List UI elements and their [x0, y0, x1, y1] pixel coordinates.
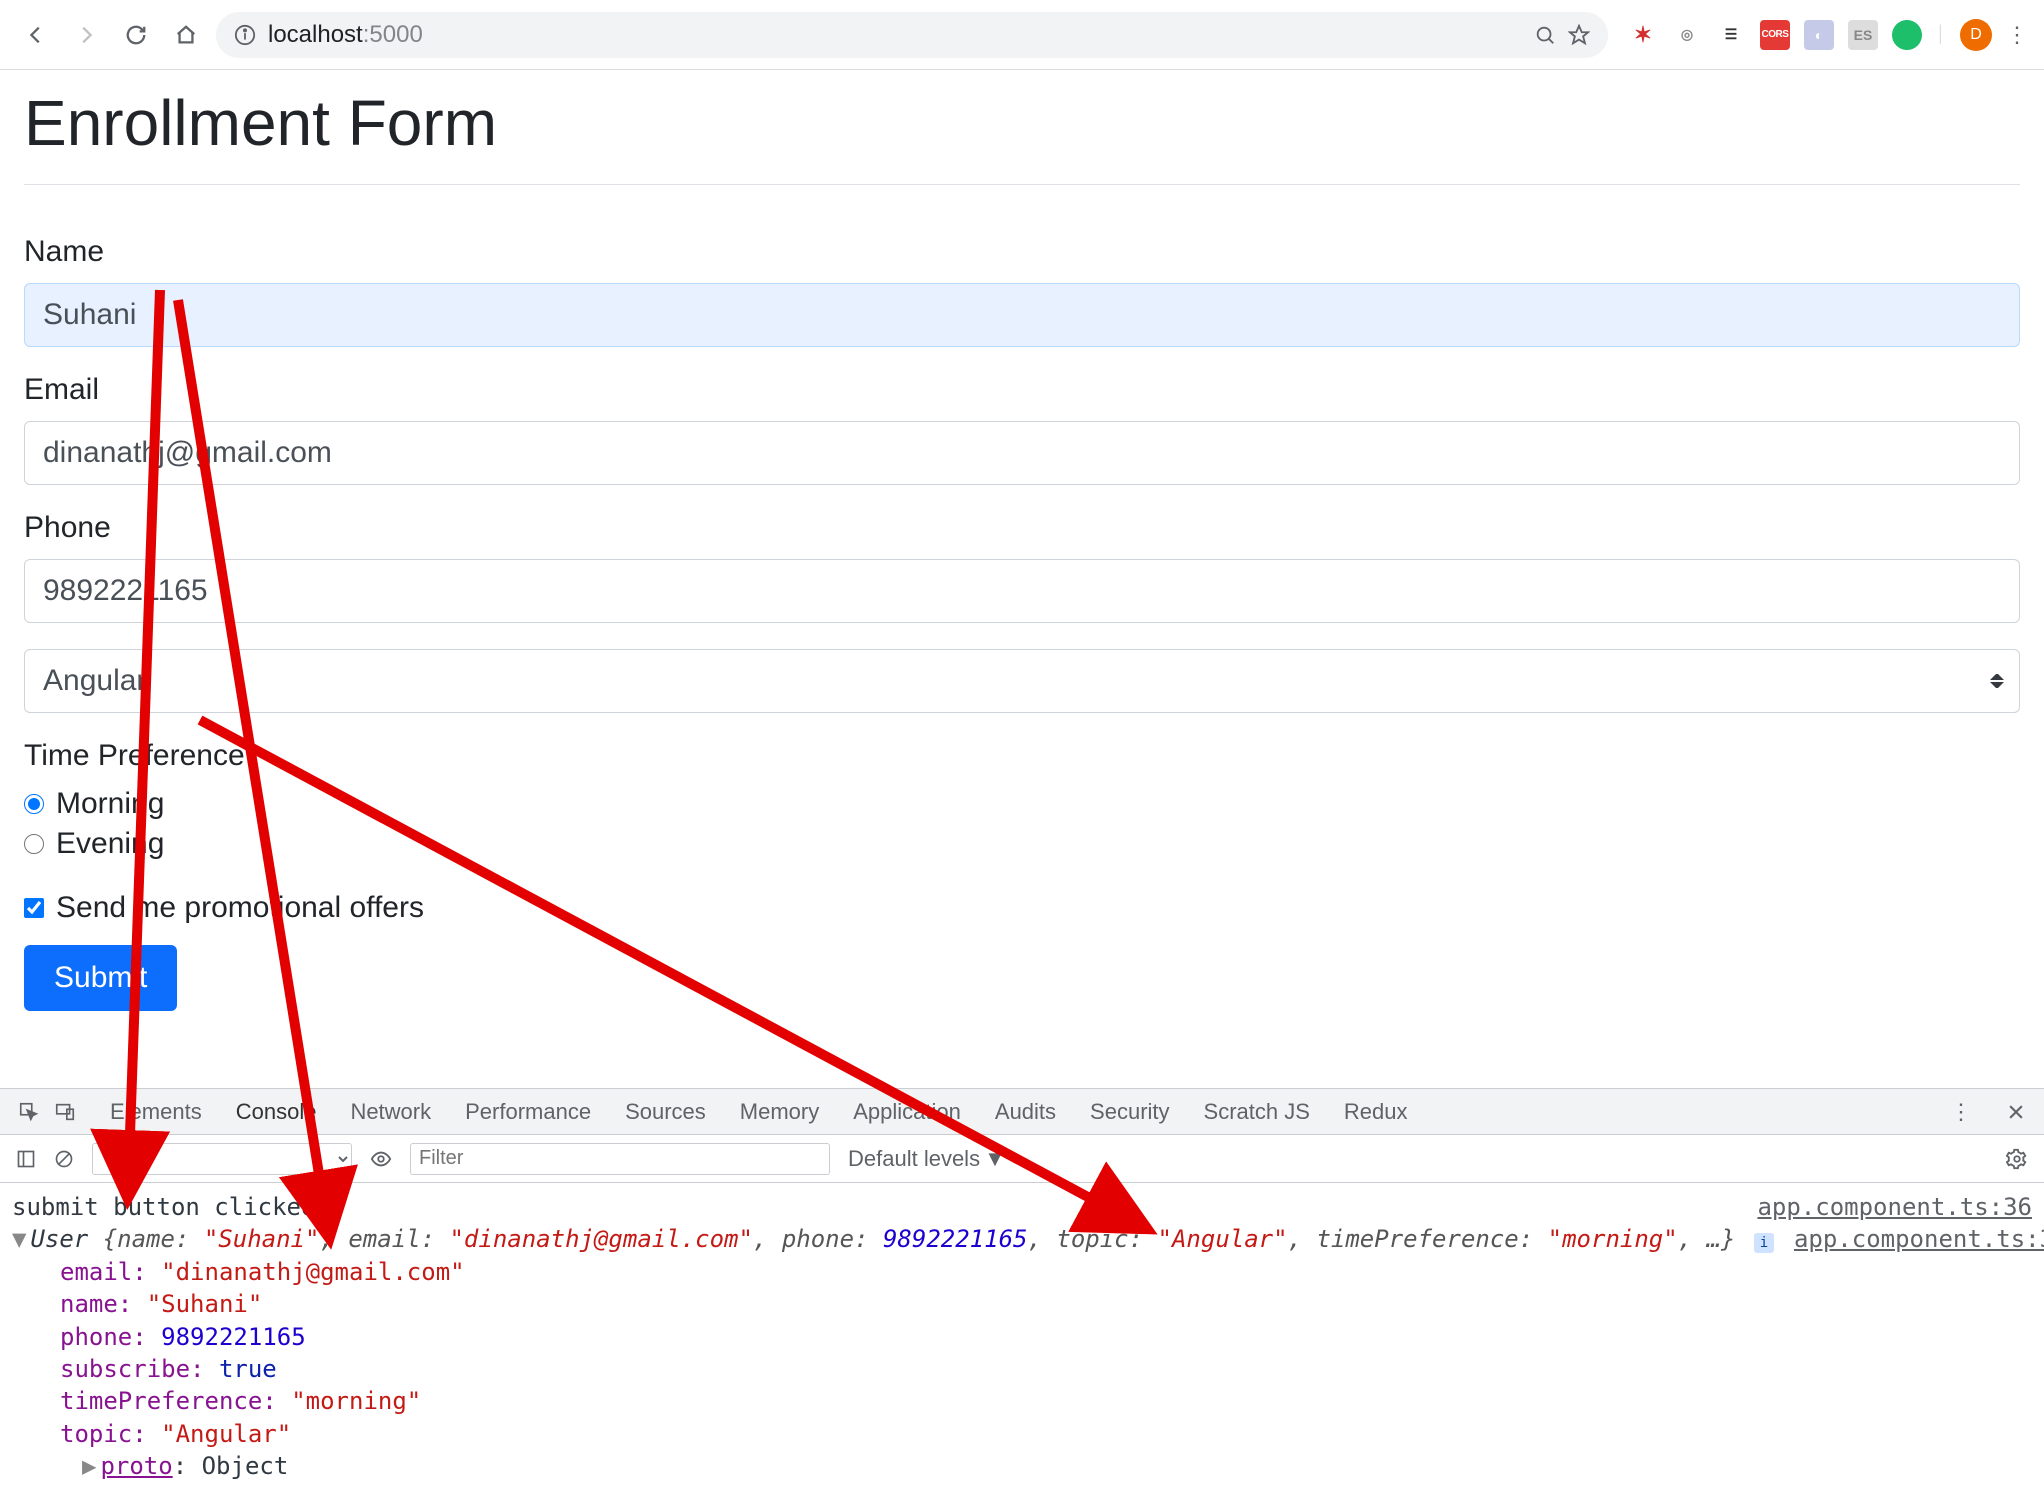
- tab-performance[interactable]: Performance: [465, 1099, 591, 1125]
- divider: [24, 184, 2020, 185]
- tab-sources[interactable]: Sources: [625, 1099, 706, 1125]
- topic-select[interactable]: [24, 649, 2020, 713]
- back-button[interactable]: [16, 15, 56, 55]
- tab-scratch[interactable]: Scratch JS: [1204, 1099, 1310, 1125]
- submit-button[interactable]: Submit: [24, 945, 177, 1011]
- console-output: submit button clicked app.component.ts:3…: [0, 1183, 2044, 1490]
- address-bar[interactable]: localhost:5000: [216, 12, 1608, 58]
- phone-label: Phone: [24, 511, 2020, 545]
- info-icon: [234, 24, 256, 46]
- email-label: Email: [24, 373, 2020, 407]
- tab-security[interactable]: Security: [1090, 1099, 1169, 1125]
- extension-icon[interactable]: ✶: [1628, 20, 1658, 50]
- filter-input[interactable]: [410, 1143, 830, 1175]
- url-text: localhost:5000: [268, 21, 1522, 49]
- console-log-line: ▼User {name: "Suhani", email: "dinanathj…: [12, 1223, 1774, 1255]
- reload-button[interactable]: [116, 15, 156, 55]
- clear-console-icon[interactable]: [54, 1149, 74, 1169]
- evening-radio[interactable]: [24, 834, 44, 854]
- tab-console[interactable]: Console: [236, 1099, 317, 1138]
- page-content: Enrollment Form Name Email Phone Time Pr…: [0, 70, 2044, 1011]
- name-input[interactable]: [24, 283, 2020, 347]
- devtools-tabs: Elements Console Network Performance Sou…: [0, 1089, 2044, 1135]
- tab-network[interactable]: Network: [350, 1099, 431, 1125]
- devtools-panel: Elements Console Network Performance Sou…: [0, 1088, 2044, 1490]
- console-source-link[interactable]: app.component.ts:36: [1757, 1191, 2032, 1223]
- chrome-menu-icon[interactable]: ⋮: [2006, 22, 2028, 48]
- phone-input[interactable]: [24, 559, 2020, 623]
- extension-icon[interactable]: ES: [1848, 20, 1878, 50]
- select-caret-icon: [1990, 671, 2004, 691]
- tab-application[interactable]: Application: [853, 1099, 961, 1125]
- morning-radio-label: Morning: [56, 787, 164, 821]
- tab-elements[interactable]: Elements: [110, 1099, 202, 1125]
- console-log-line: submit button clicked: [12, 1191, 1737, 1223]
- tab-redux[interactable]: Redux: [1344, 1099, 1408, 1125]
- log-levels-select[interactable]: Default levels ▼: [848, 1146, 1006, 1172]
- name-label: Name: [24, 235, 2020, 269]
- inspect-icon[interactable]: [18, 1101, 40, 1123]
- tab-memory[interactable]: Memory: [740, 1099, 819, 1125]
- live-expression-icon[interactable]: [370, 1148, 392, 1170]
- context-select[interactable]: top: [92, 1143, 352, 1175]
- console-settings-icon[interactable]: [2006, 1148, 2028, 1170]
- browser-toolbar: localhost:5000 ✶ ◎ ☰ CORS ◐ ES │ D ⋮: [0, 0, 2044, 70]
- evening-radio-label: Evening: [56, 827, 164, 861]
- extension-icon[interactable]: ☰: [1716, 20, 1746, 50]
- star-icon[interactable]: [1568, 24, 1590, 46]
- zoom-icon[interactable]: [1534, 24, 1556, 46]
- profile-avatar[interactable]: D: [1960, 19, 1992, 51]
- email-input[interactable]: [24, 421, 2020, 485]
- devtools-close-icon[interactable]: [2006, 1102, 2026, 1122]
- extension-icon[interactable]: ◐: [1804, 20, 1834, 50]
- page-title: Enrollment Form: [24, 70, 2020, 184]
- timepref-label: Time Preference: [24, 739, 2020, 773]
- grammarly-icon[interactable]: [1892, 20, 1922, 50]
- devtools-menu-icon[interactable]: ⋮: [1950, 1099, 1972, 1125]
- console-toolbar: top Default levels ▼: [0, 1135, 2044, 1183]
- console-sidebar-icon[interactable]: [16, 1149, 36, 1169]
- console-source-link[interactable]: app.component.ts:37: [1794, 1223, 2044, 1255]
- extension-icon[interactable]: ◎: [1672, 20, 1702, 50]
- device-toggle-icon[interactable]: [54, 1101, 76, 1123]
- home-button[interactable]: [166, 15, 206, 55]
- morning-radio[interactable]: [24, 794, 44, 814]
- subscribe-checkbox[interactable]: [24, 898, 44, 918]
- subscribe-label: Send me promotional offers: [56, 891, 424, 925]
- extension-icons: ✶ ◎ ☰ CORS ◐ ES │ D ⋮: [1628, 19, 2028, 51]
- forward-button[interactable]: [66, 15, 106, 55]
- cors-extension-icon[interactable]: CORS: [1760, 20, 1790, 50]
- tab-audits[interactable]: Audits: [995, 1099, 1056, 1125]
